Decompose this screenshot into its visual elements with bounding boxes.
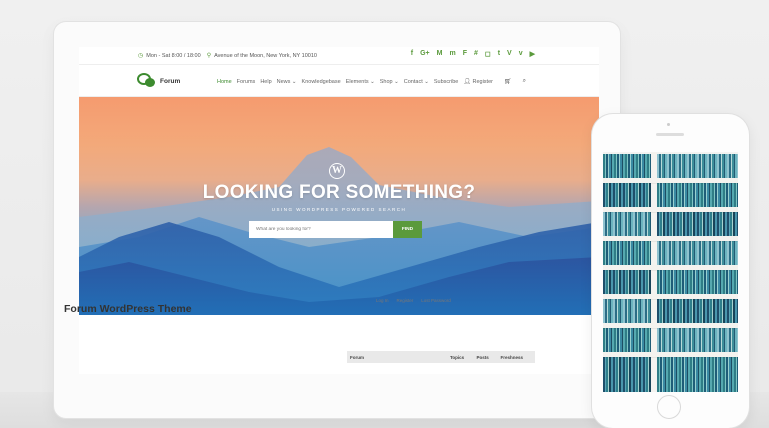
chevron-down-icon: ⌄ <box>424 78 429 85</box>
speaker-slot <box>656 133 684 136</box>
nav-home[interactable]: Home <box>217 79 232 85</box>
col-posts: Posts <box>473 351 498 363</box>
section-title: Forum WordPress Theme <box>64 303 192 315</box>
twitter-icon[interactable]: t <box>498 50 500 58</box>
register-link[interactable]: Register <box>397 298 414 303</box>
vine-icon[interactable]: V <box>507 50 512 58</box>
find-button[interactable]: FIND <box>393 221 422 238</box>
col-topics: Topics <box>447 351 474 363</box>
cart-icon[interactable]: 🛒︎ <box>504 78 512 85</box>
nav-subscribe[interactable]: Subscribe <box>434 79 458 85</box>
wordpress-logo-icon: W <box>329 163 345 179</box>
lost-password-link[interactable]: Lost Password <box>421 298 451 303</box>
camera-dot <box>667 123 670 126</box>
contact-info: ◷ Mon - Sat 8:00 / 18:00 ⚲ Avenue of the… <box>138 52 317 60</box>
medium-icon[interactable]: M <box>437 50 443 58</box>
nav-contact[interactable]: Contact ⌄ <box>404 79 429 85</box>
main-navbar: Forum Home Forums Help News ⌄ Knowledgeb… <box>79 65 599 97</box>
vimeo-icon[interactable]: v <box>519 50 523 58</box>
slack-icon[interactable]: # <box>474 50 478 58</box>
hero-subtitle: USING WORDPRESS POWERED SEARCH <box>271 207 407 212</box>
google-plus-icon[interactable]: G+ <box>420 50 430 58</box>
hero-search-form: FIND <box>249 221 422 238</box>
table-header-row: Forum Topics Posts Freshness <box>347 351 535 363</box>
login-link[interactable]: Log In <box>376 298 389 303</box>
hero-title: LOOKING FOR SOMETHING? <box>202 182 476 203</box>
search-input[interactable] <box>249 221 393 238</box>
mountain-landscape <box>79 147 599 315</box>
speech-bubbles-icon <box>137 73 157 89</box>
address-text: Avenue of the Moon, New York, NY 10010 <box>214 52 317 59</box>
nav-news[interactable]: News ⌄ <box>277 79 297 85</box>
chevron-down-icon: ⌄ <box>291 78 297 85</box>
logo-text: Forum <box>160 77 181 85</box>
chevron-down-icon: ⌄ <box>394 78 399 85</box>
home-button[interactable] <box>657 395 681 419</box>
table-row <box>347 363 535 373</box>
col-freshness: Freshness <box>497 351 535 363</box>
chevron-down-icon: ⌄ <box>370 78 375 85</box>
nav-shop[interactable]: Shop ⌄ <box>380 79 399 85</box>
opening-hours: Mon - Sat 8:00 / 18:00 <box>146 52 201 59</box>
social-links: f G+ M m F # ◻ t V v ▶ <box>411 50 535 58</box>
hero-banner: W LOOKING FOR SOMETHING? USING WORDPRESS… <box>79 97 599 315</box>
col-forum: Forum <box>347 351 447 363</box>
phone-screen-bookshelf <box>603 152 738 392</box>
nav-elements[interactable]: Elements ⌄ <box>346 79 375 85</box>
nav-menu: Home Forums Help News ⌄ Knowledgebase El… <box>217 78 526 85</box>
search-icon[interactable]: ⌕ <box>523 78 526 85</box>
chat-icon[interactable]: ◻ <box>485 50 491 58</box>
nav-help[interactable]: Help <box>260 79 271 85</box>
site-logo[interactable]: Forum <box>137 73 180 89</box>
foursquare-icon[interactable]: F <box>463 50 467 58</box>
showcase-stage: ◷ Mon - Sat 8:00 / 18:00 ⚲ Avenue of the… <box>0 0 769 428</box>
account-links: Log In Register Lost Password <box>376 298 451 303</box>
clock-icon: ◷ <box>138 53 144 59</box>
website-screen: ◷ Mon - Sat 8:00 / 18:00 ⚲ Avenue of the… <box>79 47 599 374</box>
top-info-bar: ◷ Mon - Sat 8:00 / 18:00 ⚲ Avenue of the… <box>79 47 599 65</box>
meetup-icon[interactable]: m <box>449 50 455 58</box>
facebook-icon[interactable]: f <box>411 50 413 58</box>
nav-register[interactable]: 👤︎ Register <box>463 78 493 85</box>
youtube-icon[interactable]: ▶ <box>530 50 535 58</box>
forum-table: Forum Topics Posts Freshness <box>347 351 535 373</box>
location-pin-icon: ⚲ <box>206 53 212 59</box>
user-icon: 👤︎ <box>463 79 471 85</box>
nav-forums[interactable]: Forums <box>237 79 256 85</box>
nav-knowledgebase[interactable]: Knowledgebase <box>302 79 341 85</box>
